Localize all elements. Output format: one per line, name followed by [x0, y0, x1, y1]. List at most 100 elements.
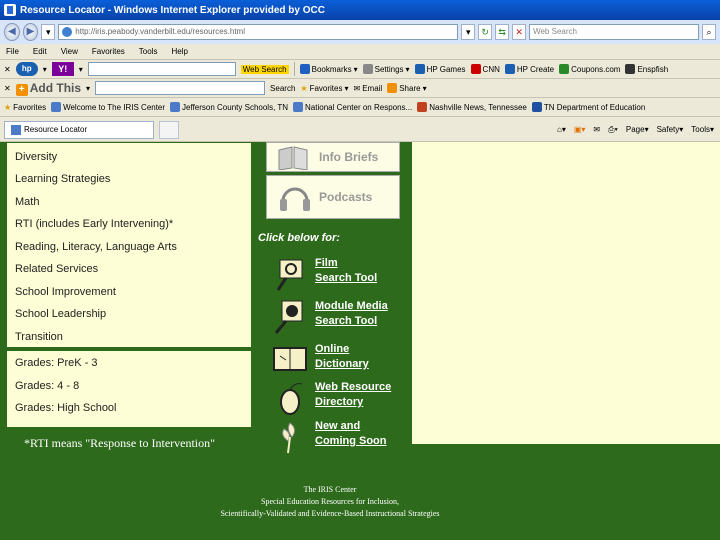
- cnn-icon: [470, 64, 481, 74]
- refresh-icon[interactable]: ↻: [478, 24, 493, 40]
- headphones-icon: [280, 187, 310, 211]
- history-dropdown-icon[interactable]: ▾: [41, 24, 56, 40]
- toolbar-web-search-button[interactable]: Web Search: [240, 64, 289, 74]
- menu-edit[interactable]: Edit: [33, 47, 47, 56]
- address-bar[interactable]: http://iris.peabody.vanderbilt.edu/resou…: [58, 24, 459, 40]
- addthis-email-button[interactable]: ✉ Email: [354, 84, 383, 93]
- podcasts-button[interactable]: Podcasts: [266, 175, 400, 219]
- addthis-favorites-button[interactable]: ★ Favorites ▾: [300, 84, 348, 93]
- online-dictionary-link[interactable]: Online Dictionary: [268, 340, 408, 380]
- tool-label-line2: Directory: [315, 396, 364, 408]
- cnn-button[interactable]: CNN: [470, 64, 500, 74]
- star-icon: ★: [300, 83, 308, 93]
- menu-file[interactable]: File: [6, 47, 19, 56]
- page-menu[interactable]: Page▾: [626, 125, 649, 134]
- tool-label-line1: Film: [315, 257, 338, 269]
- tools-menu[interactable]: Tools▾: [691, 125, 714, 134]
- back-button[interactable]: ◀: [4, 23, 20, 41]
- hp-dropdown-icon[interactable]: ▾: [43, 65, 47, 74]
- hp-logo-icon[interactable]: hp: [15, 62, 38, 76]
- fav-link-jefferson[interactable]: Jefferson County Schools, TN: [170, 102, 288, 112]
- menu-bar: File Edit View Favorites Tools Help: [0, 44, 720, 60]
- addthis-search-input[interactable]: [95, 81, 266, 95]
- topic-link[interactable]: School Improvement: [15, 286, 116, 298]
- address-url: http://iris.peabody.vanderbilt.edu/resou…: [75, 27, 245, 36]
- grade-link[interactable]: Grades: 4 - 8: [15, 380, 79, 392]
- tool-label-line1: Module Media: [315, 300, 388, 312]
- close-toolbar-icon[interactable]: ✕: [4, 65, 11, 74]
- page-icon: [531, 102, 542, 112]
- menu-tools[interactable]: Tools: [139, 47, 158, 56]
- grade-link[interactable]: Grades: High School: [15, 402, 117, 414]
- module-media-search-tool-link[interactable]: Module Media Search Tool: [268, 297, 408, 337]
- address-dropdown-icon[interactable]: ▾: [461, 24, 476, 40]
- dictionary-icon: [273, 347, 307, 371]
- new-tab-button[interactable]: [159, 120, 179, 139]
- print-icon[interactable]: ⎙▾: [608, 125, 618, 135]
- addthis-toolbar: ✕ Add This ▾ Search ★Favorites▾ ✉Email S…: [0, 79, 720, 98]
- fav-link-national-center[interactable]: National Center on Respons...: [293, 102, 412, 112]
- favorites-button[interactable]: ★ Favorites: [4, 103, 46, 112]
- addthis-button[interactable]: Add This: [16, 81, 81, 96]
- grade-link[interactable]: Grades: PreK - 3: [15, 357, 98, 369]
- addthis-dropdown-icon[interactable]: ▾: [86, 84, 90, 93]
- hp-create-button[interactable]: HP Create: [504, 64, 554, 74]
- film-search-tool-link[interactable]: Film Search Tool: [268, 254, 408, 294]
- topic-link[interactable]: Math: [15, 196, 39, 208]
- enspfish-button[interactable]: Enspfish: [625, 64, 668, 74]
- forward-button[interactable]: ▶: [22, 23, 39, 41]
- addthis-share-button[interactable]: Share ▾: [387, 83, 427, 93]
- safety-menu[interactable]: Safety▾: [657, 125, 684, 134]
- coupons-button[interactable]: Coupons.com: [559, 64, 620, 74]
- feeds-icon[interactable]: ▣▾: [574, 125, 586, 134]
- stop-icon[interactable]: ✕: [512, 24, 527, 40]
- book-icon: [278, 146, 308, 170]
- info-briefs-button[interactable]: Info Briefs: [266, 142, 400, 172]
- click-below-heading: Click below for:: [258, 232, 340, 244]
- addthis-search-button[interactable]: Search: [270, 84, 295, 93]
- menu-view[interactable]: View: [61, 47, 78, 56]
- hp-games-button[interactable]: HP Games: [414, 64, 466, 74]
- tool-label-line1: Web Resource: [315, 381, 392, 393]
- tool-label-line2: Search Tool: [315, 272, 378, 284]
- compatibility-icon[interactable]: ⇆: [495, 24, 510, 40]
- topic-link[interactable]: RTI (includes Early Intervening)*: [15, 218, 173, 230]
- rti-footnote: *RTI means "Response to Intervention": [24, 436, 216, 450]
- home-icon[interactable]: ⌂▾: [557, 125, 566, 134]
- hp-toolbar: ✕ hp ▾ Y! ▾ Web Search Bookmarks ▾ Settin…: [0, 60, 720, 79]
- search-icon[interactable]: ⌕: [702, 24, 717, 40]
- toolbar-search-input[interactable]: [87, 62, 236, 76]
- topic-link[interactable]: Learning Strategies: [15, 173, 110, 185]
- web-resource-directory-link[interactable]: Web Resource Directory: [268, 378, 408, 418]
- yahoo-logo-icon[interactable]: Y!: [51, 62, 74, 76]
- footer-credits: The IRIS Center Special Education Resour…: [0, 484, 660, 520]
- bookmarks-button[interactable]: Bookmarks ▾: [299, 64, 358, 74]
- page-icon: [51, 102, 62, 112]
- topic-link[interactable]: Related Services: [15, 263, 98, 275]
- menu-favorites[interactable]: Favorites: [92, 47, 125, 56]
- favorites-bar: ★ Favorites Welcome to The IRIS Center Je…: [0, 98, 720, 117]
- tool-label-line2: Search Tool: [315, 315, 378, 327]
- close-toolbar-icon[interactable]: ✕: [4, 84, 11, 93]
- fav-link-tn-education[interactable]: TN Department of Education: [531, 102, 645, 112]
- web-search-input[interactable]: Web Search: [529, 24, 700, 40]
- footer-tagline-1: Special Education Resources for Inclusio…: [261, 497, 399, 506]
- mail-icon[interactable]: ✉: [593, 125, 600, 134]
- topic-link[interactable]: Diversity: [15, 151, 57, 163]
- yahoo-dropdown-icon[interactable]: ▾: [79, 65, 83, 74]
- star-icon: ★: [4, 102, 12, 112]
- fav-link-iris[interactable]: Welcome to The IRIS Center: [51, 102, 165, 112]
- topic-link[interactable]: Reading, Literacy, Language Arts: [15, 241, 177, 253]
- settings-button[interactable]: Settings ▾: [362, 64, 410, 74]
- grades-panel: Grades: PreK - 3 Grades: 4 - 8 Grades: H…: [6, 350, 252, 428]
- topic-link[interactable]: Transition: [15, 331, 63, 343]
- new-and-coming-soon-link[interactable]: New and Coming Soon: [268, 417, 408, 457]
- fav-link-nashville[interactable]: Nashville News, Tennessee: [417, 102, 527, 112]
- page-favicon-icon: [62, 27, 73, 37]
- tool-label-line2: Coming Soon: [315, 435, 387, 447]
- menu-help[interactable]: Help: [171, 47, 187, 56]
- address-row: ◀ ▶ ▾ http://iris.peabody.vanderbilt.edu…: [0, 20, 720, 44]
- topic-link[interactable]: School Leadership: [15, 308, 106, 320]
- hp-icon: [504, 64, 515, 74]
- tab-resource-locator[interactable]: Resource Locator: [4, 120, 154, 139]
